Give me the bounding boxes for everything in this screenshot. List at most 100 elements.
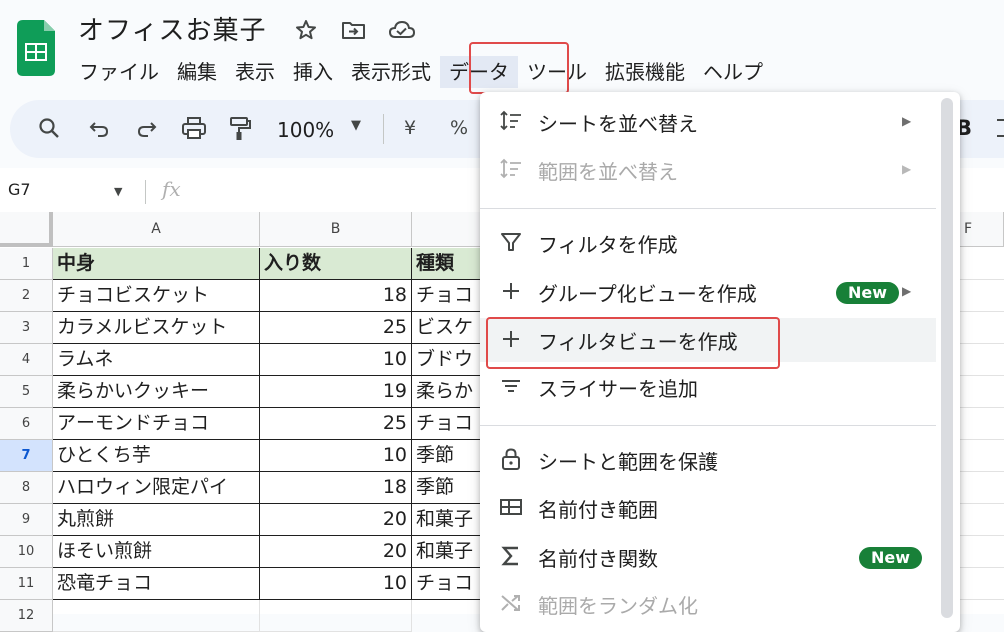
cell-c4[interactable]: ブドウ (412, 344, 482, 376)
column-header-c[interactable] (412, 212, 482, 247)
name-box-dropdown-icon[interactable]: ▼ (114, 185, 122, 198)
row-header-selected[interactable]: 7 (0, 440, 53, 472)
zoom-dropdown-icon[interactable]: ▼ (351, 118, 361, 133)
cell-a7[interactable]: ひとくち芋 (53, 440, 260, 472)
zoom-value[interactable]: 100% (277, 118, 334, 142)
menu-view[interactable]: 表示 (226, 56, 284, 88)
cell-a2[interactable]: チョコビスケット (53, 280, 260, 312)
row-header[interactable]: 9 (0, 504, 53, 536)
row-header[interactable]: 12 (0, 600, 53, 632)
menu-item-create-group-view[interactable]: グループ化ビューを作成 New ▶ (480, 270, 936, 314)
sort-icon (498, 108, 524, 139)
sigma-icon (498, 543, 524, 574)
menu-item-sort-range: 範囲を並べ替え ▶ (480, 148, 936, 192)
menu-item-label: 範囲を並べ替え (538, 160, 678, 184)
cell-c3[interactable]: ビスケ (412, 312, 482, 344)
cell-b6[interactable]: 25 (260, 408, 412, 440)
cell-b3[interactable]: 25 (260, 312, 412, 344)
print-icon[interactable] (181, 116, 207, 145)
cell-b10[interactable]: 20 (260, 536, 412, 568)
column-header-b[interactable]: B (260, 212, 412, 247)
column-header-a[interactable]: A (53, 212, 260, 247)
menu-item-sort-sheet[interactable]: シートを並べ替え ▶ (480, 100, 936, 144)
menubar: ファイル 編集 表示 挿入 表示形式 データ ツール 拡張機能 ヘルプ (70, 56, 772, 88)
star-icon[interactable] (294, 18, 318, 48)
menu-item-label: スライサーを追加 (538, 377, 698, 401)
name-box[interactable]: G7 (8, 180, 31, 199)
row-header[interactable]: 10 (0, 536, 53, 568)
cell-b9[interactable]: 20 (260, 504, 412, 536)
cell-a9[interactable]: 丸煎餅 (53, 504, 260, 536)
row-header[interactable]: 4 (0, 344, 53, 376)
menu-help[interactable]: ヘルプ (694, 56, 772, 88)
cell-a1[interactable]: 中身 (53, 248, 260, 280)
shuffle-icon (498, 590, 524, 621)
cell-c9[interactable]: 和菓子 (412, 504, 482, 536)
menu-format[interactable]: 表示形式 (342, 56, 440, 88)
cell-a11[interactable]: 恐竜チョコ (53, 568, 260, 600)
cell-c5[interactable]: 柔らか (412, 376, 482, 408)
paint-format-icon[interactable] (228, 116, 252, 147)
cell-c10[interactable]: 和菓子 (412, 536, 482, 568)
sheets-logo-icon[interactable] (17, 20, 55, 76)
menu-item-protect[interactable]: シートと範囲を保護 (480, 438, 936, 482)
menu-item-add-slicer[interactable]: スライサーを追加 (480, 365, 936, 409)
named-range-icon (498, 494, 524, 525)
menu-extensions[interactable]: 拡張機能 (596, 56, 694, 88)
row-header[interactable]: 5 (0, 376, 53, 408)
empty-cells-f[interactable] (960, 248, 1004, 614)
menu-insert[interactable]: 挿入 (284, 56, 342, 88)
row-header[interactable]: 6 (0, 408, 53, 440)
row-header[interactable]: 11 (0, 568, 53, 600)
cell-b12[interactable] (260, 600, 412, 632)
cell-a12[interactable] (53, 600, 260, 632)
cell-b2[interactable]: 18 (260, 280, 412, 312)
menu-item-create-filter[interactable]: フィルタを作成 (480, 221, 936, 265)
cell-b11[interactable]: 10 (260, 568, 412, 600)
menu-item-label: 名前付き関数 (538, 547, 658, 571)
menu-item-named-ranges[interactable]: 名前付き範囲 (480, 486, 936, 530)
row-header[interactable]: 8 (0, 472, 53, 504)
select-all-corner[interactable] (0, 212, 53, 247)
cell-a10[interactable]: ほそい煎餅 (53, 536, 260, 568)
toolbar-separator (383, 114, 384, 144)
cell-a3[interactable]: カラメルビスケット (53, 312, 260, 344)
cell-b8[interactable]: 18 (260, 472, 412, 504)
percent-button[interactable]: % (450, 117, 468, 139)
plus-icon (498, 278, 524, 309)
menu-file[interactable]: ファイル (70, 56, 168, 88)
row-header[interactable]: 2 (0, 280, 53, 312)
cell-c11[interactable]: チョコ (412, 568, 482, 600)
lock-icon (498, 446, 524, 477)
cell-a5[interactable]: 柔らかいクッキー (53, 376, 260, 408)
cell-c7[interactable]: 季節 (412, 440, 482, 472)
cell-b7[interactable]: 10 (260, 440, 412, 472)
menu-edit[interactable]: 編集 (168, 56, 226, 88)
cloud-saved-icon[interactable] (388, 18, 416, 48)
menu-item-named-functions[interactable]: 名前付き関数 New (480, 535, 936, 579)
cell-a4[interactable]: ラムネ (53, 344, 260, 376)
currency-button[interactable]: ¥ (404, 117, 416, 139)
redo-icon[interactable] (136, 116, 158, 145)
menu-divider (480, 425, 936, 426)
cell-c1[interactable]: 種類 (412, 248, 482, 280)
cell-c8[interactable]: 季節 (412, 472, 482, 504)
cell-c2[interactable]: チョコ (412, 280, 482, 312)
undo-icon[interactable] (88, 116, 110, 145)
move-to-folder-icon[interactable] (341, 18, 367, 48)
new-badge: New (859, 547, 923, 569)
cell-a8[interactable]: ハロウィン限定パイ (53, 472, 260, 504)
cell-b1[interactable]: 入り数 (260, 248, 412, 280)
menu-item-label: 名前付き範囲 (538, 498, 658, 522)
row-header[interactable]: 1 (0, 248, 53, 280)
italic-button[interactable] (994, 114, 1004, 147)
search-icon[interactable] (38, 116, 60, 145)
cell-c6[interactable]: チョコ (412, 408, 482, 440)
row-header[interactable]: 3 (0, 312, 53, 344)
cell-a6[interactable]: アーモンドチョコ (53, 408, 260, 440)
menu-scrollbar[interactable] (941, 98, 953, 618)
cell-b5[interactable]: 19 (260, 376, 412, 408)
menu-item-label: グループ化ビューを作成 (538, 282, 757, 306)
cell-b4[interactable]: 10 (260, 344, 412, 376)
document-title[interactable]: オフィスお菓子 (78, 10, 266, 47)
